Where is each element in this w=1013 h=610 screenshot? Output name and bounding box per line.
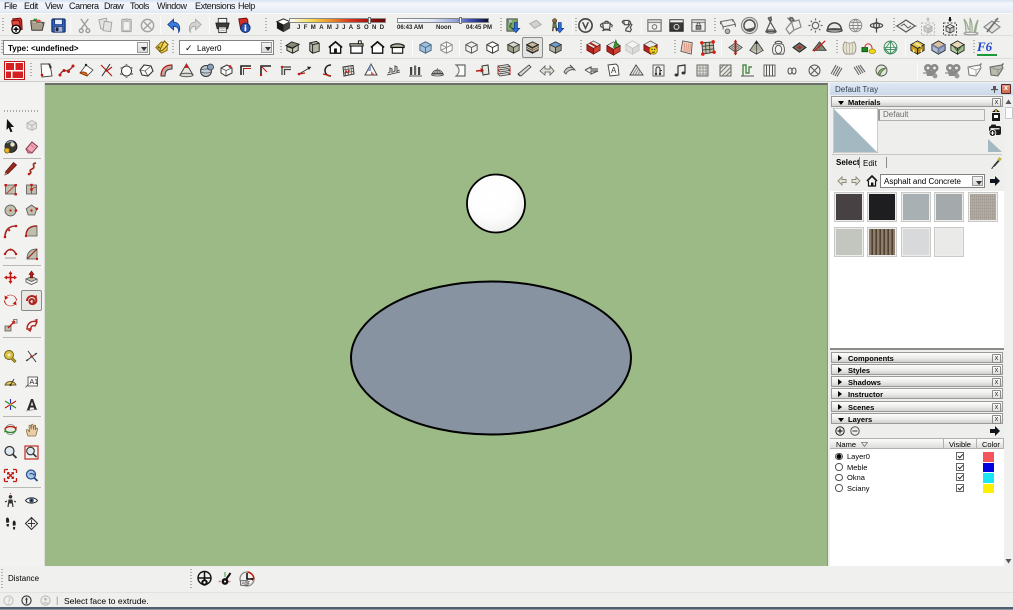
svg-text:A: A [611,66,617,75]
svg-text:ABF: ABF [242,581,251,586]
svg-text:A1: A1 [30,379,39,386]
